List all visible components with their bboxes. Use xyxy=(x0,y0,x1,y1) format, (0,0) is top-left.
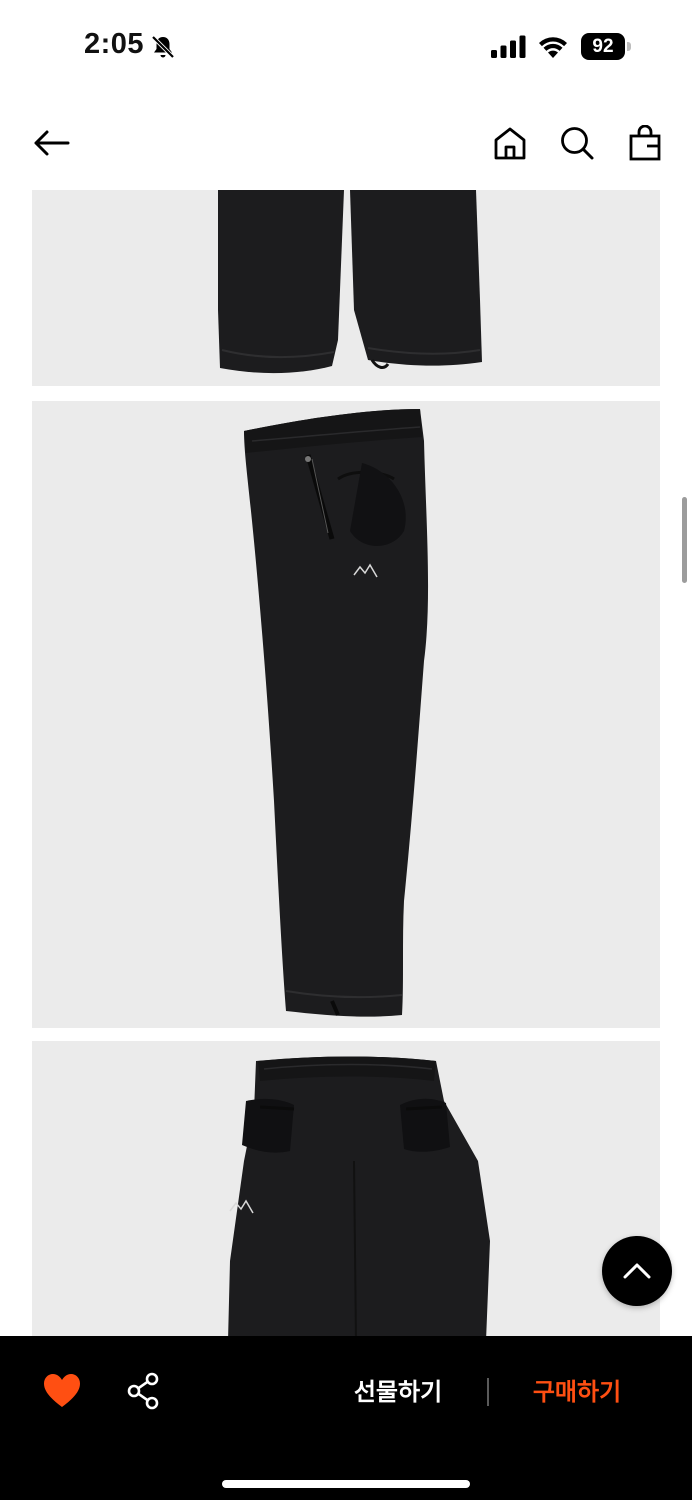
like-button[interactable] xyxy=(40,1369,84,1413)
top-navigation xyxy=(0,100,692,190)
heart-icon xyxy=(44,1374,80,1407)
product-image-side-view xyxy=(32,401,660,1028)
home-button[interactable] xyxy=(486,119,534,167)
pants-back-view-image xyxy=(228,1056,490,1336)
cellular-signal-icon xyxy=(491,35,526,58)
arrow-left-icon xyxy=(34,130,70,156)
shopping-bag-icon xyxy=(629,125,661,161)
battery-tip xyxy=(627,42,631,51)
share-button[interactable] xyxy=(122,1369,166,1413)
status-bar: 2:05 92 xyxy=(0,0,692,95)
home-icon xyxy=(494,127,526,160)
product-image-back-view xyxy=(32,1041,660,1336)
gift-button[interactable]: 선물하기 xyxy=(330,1372,466,1412)
product-image-lower-legs xyxy=(32,190,660,386)
cart-button[interactable] xyxy=(621,119,669,167)
chevron-up-icon xyxy=(623,1263,651,1279)
action-divider xyxy=(487,1378,489,1406)
pants-side-view-image xyxy=(244,409,429,1017)
pants-lower-legs-image xyxy=(218,190,482,374)
bell-slash-icon xyxy=(151,35,175,59)
back-button[interactable] xyxy=(27,119,75,167)
buy-button[interactable]: 구매하기 xyxy=(510,1372,644,1412)
wifi-icon xyxy=(539,37,567,58)
battery-level: 92 xyxy=(581,33,625,60)
product-detail-images xyxy=(0,190,692,1336)
scroll-to-top-button[interactable] xyxy=(602,1236,672,1306)
status-time: 2:05 xyxy=(84,28,145,60)
scrollbar-thumb[interactable] xyxy=(682,497,687,583)
purchase-action-bar: 선물하기 구매하기 xyxy=(0,1336,692,1500)
home-indicator[interactable] xyxy=(222,1480,470,1488)
share-icon xyxy=(127,1372,159,1410)
battery-indicator: 92 xyxy=(581,33,631,60)
search-button[interactable] xyxy=(553,119,601,167)
search-icon xyxy=(561,127,594,160)
